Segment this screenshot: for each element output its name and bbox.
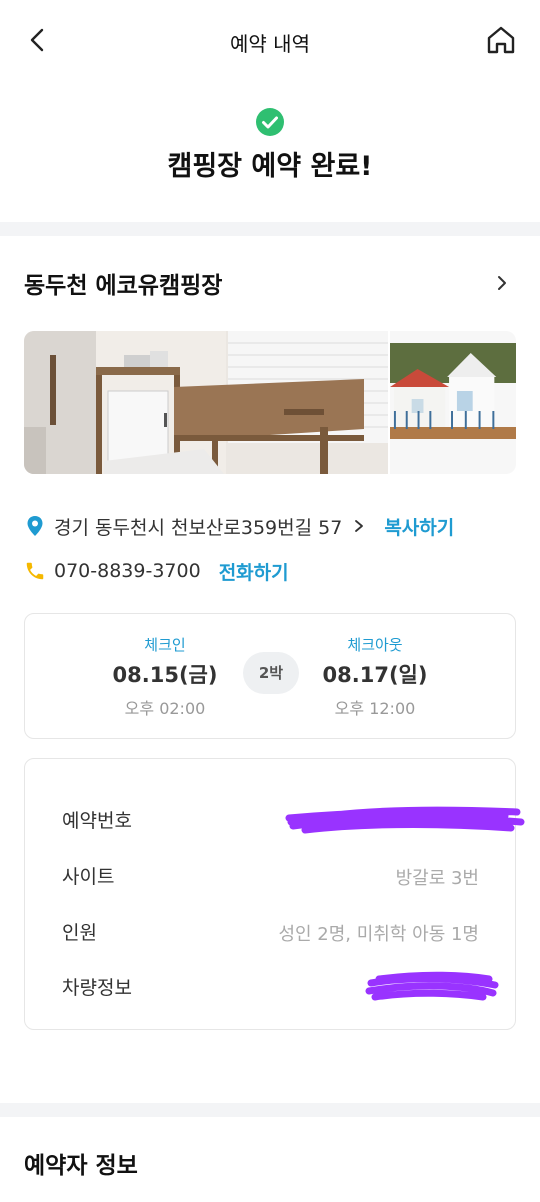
- campsite-phone: 070-8839-3700: [54, 560, 201, 582]
- checkout-date: 08.17(일): [322, 663, 428, 687]
- call-button[interactable]: 전화하기: [219, 558, 289, 585]
- chevron-right-icon[interactable]: [492, 272, 512, 294]
- location-pin-icon: [24, 515, 46, 537]
- stay-dates-card: 체크인 08.15(금) 오후 02:00 2박 체크아웃 08.17(일) 오…: [24, 613, 516, 739]
- nights-badge: 2박: [243, 652, 299, 694]
- cabin-interior-photo: [24, 331, 388, 474]
- address-row: 경기 동두천시 천보산로359번길 57 복사하기: [24, 512, 454, 540]
- redaction-scribble: [285, 806, 525, 834]
- reservation-number-row: 예약번호: [25, 806, 525, 836]
- redaction-scribble: [365, 971, 499, 1001]
- campsite-name[interactable]: 동두천 에코유캠핑장: [24, 266, 222, 300]
- people-row: 인원 성인 2명, 미취학 아동 1명: [25, 918, 517, 948]
- copy-address-button[interactable]: 복사하기: [384, 513, 454, 540]
- booking-info-card: 예약번호 사이트 방갈로 3번 인원 성인 2명, 미취학 아동 1명 차량정보: [24, 758, 525, 1030]
- site-row: 사이트 방갈로 3번: [25, 862, 517, 892]
- people-value: 성인 2명, 미취학 아동 1명: [278, 924, 479, 945]
- campsite-photos[interactable]: [24, 331, 516, 474]
- checkin-label: 체크인: [144, 636, 186, 654]
- phone-row: 070-8839-3700 전화하기: [24, 557, 289, 585]
- vehicle-label: 차량정보: [62, 977, 132, 999]
- home-icon[interactable]: [485, 24, 517, 56]
- checkin-date: 08.15(금): [112, 663, 218, 687]
- checkout-time: 오후 12:00: [334, 699, 416, 718]
- checkin-time: 오후 02:00: [124, 699, 206, 718]
- site-value: 방갈로 3번: [395, 868, 479, 889]
- cabin-exterior-photo: [388, 331, 516, 474]
- vehicle-row: 차량정보: [25, 971, 517, 1003]
- checkin-block: 체크인 08.15(금) 오후 02:00: [85, 634, 245, 719]
- people-label: 인원: [62, 922, 97, 944]
- chevron-right-icon[interactable]: [352, 518, 366, 534]
- checkout-block: 체크아웃 08.17(일) 오후 12:00: [295, 634, 455, 719]
- page-title: 예약 내역: [230, 32, 310, 56]
- check-circle-icon: [255, 107, 285, 137]
- booker-info-title: 예약자 정보: [24, 1153, 138, 1179]
- site-label: 사이트: [62, 866, 115, 888]
- checkout-label: 체크아웃: [347, 636, 403, 654]
- app-header: 예약 내역: [0, 0, 540, 82]
- section-divider: [0, 222, 540, 236]
- section-divider: [0, 1103, 540, 1117]
- confirmation-title: 캠핑장 예약 완료!: [167, 151, 373, 182]
- phone-icon: [24, 560, 46, 582]
- reservation-number-label: 예약번호: [62, 810, 132, 832]
- campsite-address[interactable]: 경기 동두천시 천보산로359번길 57: [54, 513, 342, 540]
